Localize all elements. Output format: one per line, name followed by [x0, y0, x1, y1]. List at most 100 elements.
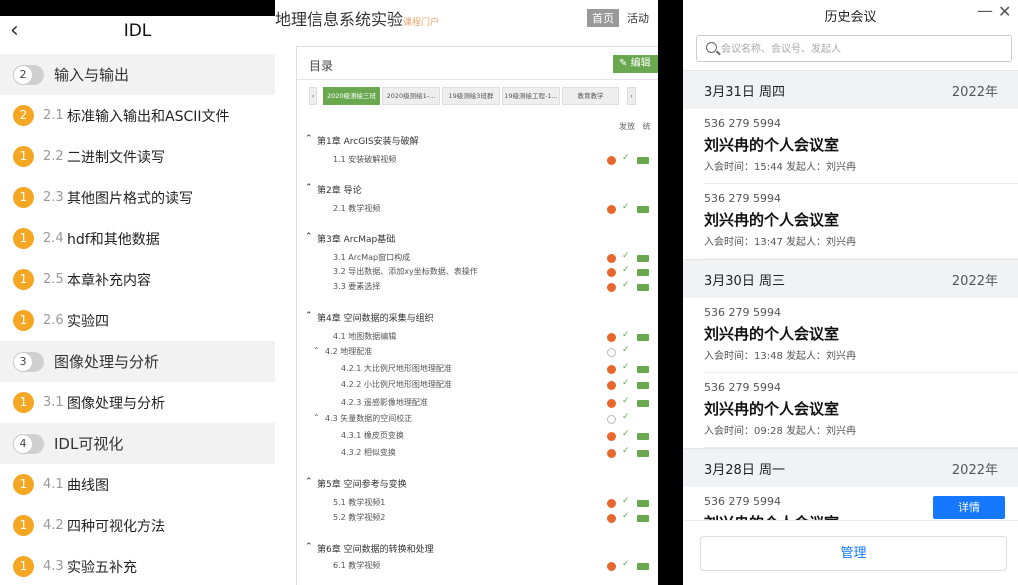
- lesson-badge: 1: [13, 228, 34, 249]
- nav-bar: ‹ IDL: [0, 16, 275, 46]
- collapse-caret-icon[interactable]: ⌃: [305, 134, 313, 144]
- section-item[interactable]: 3.2 导出数据、添加xy坐标数据、表操作 ✓: [297, 265, 658, 280]
- chapter-toggle-icon[interactable]: 2: [13, 64, 44, 85]
- edit-label: 编辑: [630, 58, 651, 69]
- chapter-number: 3: [13, 351, 33, 372]
- class-tab[interactable]: 2020级测绘三班: [323, 87, 380, 105]
- collapse-caret-icon[interactable]: ⌃: [305, 232, 313, 242]
- lesson-title: hdf和其他数据: [67, 231, 160, 248]
- publish-toggle-icon[interactable]: [637, 366, 649, 373]
- tabs-next-arrow-icon[interactable]: ›: [627, 87, 636, 105]
- lesson-number: 2.2: [43, 149, 64, 164]
- publish-toggle-icon[interactable]: [637, 515, 649, 522]
- minimize-icon[interactable]: —: [977, 1, 993, 20]
- collapse-caret-icon[interactable]: ⌃: [313, 413, 320, 422]
- chapter-heading[interactable]: ⌃ 第5章 空间参考与变换: [297, 477, 658, 491]
- meeting-item[interactable]: 536 279 5994 刘兴冉的个人会议室 入会时间：09:28 发起人：刘兴冉: [683, 373, 1018, 448]
- section-item[interactable]: 5.2 教学视频2 ✓: [297, 511, 658, 526]
- publish-toggle-icon[interactable]: [637, 400, 649, 407]
- lesson-item[interactable]: 2 2.1 标准输入输出和ASCII文件: [0, 95, 275, 136]
- chapter-heading[interactable]: ⌃ 第2章 导论: [297, 183, 658, 197]
- lesson-item[interactable]: 1 4.2 四种可视化方法: [0, 505, 275, 546]
- home-tab[interactable]: 首页: [587, 9, 619, 27]
- meeting-item[interactable]: 536 279 5994 刘兴冉的个人会议室 入会时间：15:44 发起人：刘兴冉: [683, 109, 1018, 184]
- lesson-number: 2.1: [43, 108, 64, 123]
- section-item[interactable]: ⌃ 4.3 矢量数据的空间校正 ✓: [297, 412, 658, 427]
- section-item[interactable]: 4.2.2 小比例尺地形图地理配准 ✓: [297, 378, 658, 393]
- chapter-toggle-icon[interactable]: 4: [13, 433, 44, 454]
- chapter-heading[interactable]: ⌃ 第3章 ArcMap基础: [297, 232, 658, 246]
- publish-toggle-icon[interactable]: [637, 284, 649, 291]
- class-tab[interactable]: 教育教学: [562, 87, 619, 105]
- class-tab[interactable]: 19级测绘工程-1...: [502, 87, 560, 105]
- lesson-item[interactable]: 1 4.1 曲线图: [0, 464, 275, 505]
- section-item[interactable]: 4.3.2 相似变换 ✓: [297, 446, 658, 461]
- section-item[interactable]: 3.1 ArcMap窗口构成 ✓: [297, 251, 658, 266]
- section-item[interactable]: 3.3 要素选择 ✓: [297, 280, 658, 295]
- class-tab[interactable]: 19级测绘3班群: [442, 87, 500, 105]
- collapse-caret-icon[interactable]: ⌃: [305, 183, 313, 193]
- chapter-number: 2: [13, 64, 33, 85]
- activity-tab[interactable]: 活动: [627, 10, 649, 26]
- lesson-item[interactable]: 1 2.6 实验四: [0, 300, 275, 341]
- collapse-caret-icon[interactable]: ⌃: [305, 477, 313, 487]
- check-icon: ✓: [622, 429, 630, 439]
- chapter-toggle-icon[interactable]: 3: [13, 351, 44, 372]
- footer: 管理: [683, 520, 1018, 585]
- section-item[interactable]: 4.2.3 遥感影像地理配准 ✓: [297, 396, 658, 411]
- close-icon[interactable]: ✕: [998, 2, 1011, 21]
- item-title: 4.1 地图数据编辑: [333, 332, 397, 341]
- collapse-caret-icon[interactable]: ⌃: [305, 542, 313, 552]
- check-icon: ✓: [622, 559, 630, 569]
- section-item[interactable]: ⌃ 4.2 地理配准 ✓: [297, 345, 658, 360]
- lesson-number: 4.1: [43, 477, 64, 492]
- meeting-item[interactable]: 536 279 5994 刘兴冉的个人会议室 入会时间：13:47 发起人：刘兴冉: [683, 184, 1018, 259]
- course-title: 地理信息系统实验课程门户: [275, 6, 439, 30]
- class-tab[interactable]: 2020级测绘1-...: [382, 87, 440, 105]
- chapter-section[interactable]: 3 图像处理与分析: [0, 341, 275, 382]
- section-item[interactable]: 1.1 安装破解视频 ✓: [297, 153, 658, 168]
- section-item[interactable]: 5.1 教学视频1 ✓: [297, 496, 658, 511]
- section-item[interactable]: 6.1 教学视频 ✓: [297, 559, 658, 574]
- item-title: 第1章 ArcGIS安装与破解: [317, 137, 419, 147]
- publish-toggle-icon[interactable]: [637, 157, 649, 164]
- chapter-heading[interactable]: ⌃ 第6章 空间数据的转换和处理: [297, 542, 658, 556]
- lesson-item[interactable]: 1 4.3 实验五补充: [0, 546, 275, 585]
- search-input[interactable]: [721, 39, 1001, 59]
- collapse-caret-icon[interactable]: ⌃: [313, 346, 320, 355]
- section-item[interactable]: 4.1 地图数据编辑 ✓: [297, 330, 658, 345]
- publish-toggle-icon[interactable]: [637, 450, 649, 457]
- chapter-heading[interactable]: ⌃ 第4章 空间数据的采集与组织: [297, 311, 658, 325]
- publish-toggle-icon[interactable]: [637, 382, 649, 389]
- lesson-item[interactable]: 1 2.5 本章补充内容: [0, 259, 275, 300]
- chapter-section[interactable]: 4 IDL可视化: [0, 423, 275, 464]
- chapter-heading[interactable]: ⌃ 第1章 ArcGIS安装与破解: [297, 134, 658, 148]
- search-box[interactable]: [696, 35, 1012, 62]
- lesson-item[interactable]: 1 2.4 hdf和其他数据: [0, 218, 275, 259]
- meeting-item[interactable]: 536 279 5994 刘兴冉的个人会议室 入会时间：13:48 发起人：刘兴冉: [683, 298, 1018, 373]
- section-item[interactable]: 4.2.1 大比例尺地形图地理配准 ✓: [297, 362, 658, 377]
- section-item[interactable]: 4.3.1 橡皮页变换 ✓: [297, 429, 658, 444]
- detail-button[interactable]: 详情: [933, 496, 1005, 519]
- lesson-item[interactable]: 1 2.2 二进制文件读写: [0, 136, 275, 177]
- check-icon: ✓: [622, 496, 630, 506]
- publish-toggle-icon[interactable]: [637, 433, 649, 440]
- publish-toggle-icon[interactable]: [637, 334, 649, 341]
- collapse-caret-icon[interactable]: ⌃: [305, 311, 313, 321]
- lesson-item[interactable]: 1 2.3 其他图片格式的读写: [0, 177, 275, 218]
- publish-toggle-icon[interactable]: [637, 563, 649, 570]
- edit-button[interactable]: ✎ 编辑: [613, 55, 658, 73]
- chapter-section[interactable]: 2 输入与输出: [0, 54, 275, 95]
- manage-button[interactable]: 管理: [700, 536, 1007, 571]
- item-title: 4.3.2 相似变换: [341, 448, 396, 457]
- status-icon: [607, 365, 616, 374]
- publish-toggle-icon[interactable]: [637, 500, 649, 507]
- lesson-item[interactable]: 1 3.1 图像处理与分析: [0, 382, 275, 423]
- check-icon: ✓: [622, 330, 630, 340]
- publish-toggle-icon[interactable]: [637, 255, 649, 262]
- publish-toggle-icon[interactable]: [637, 206, 649, 213]
- back-arrow-icon[interactable]: ‹: [10, 18, 19, 43]
- tabs-prev-arrow-icon[interactable]: ‹: [309, 87, 317, 105]
- section-item[interactable]: 2.1 教学视频 ✓: [297, 202, 658, 217]
- publish-toggle-icon[interactable]: [637, 269, 649, 276]
